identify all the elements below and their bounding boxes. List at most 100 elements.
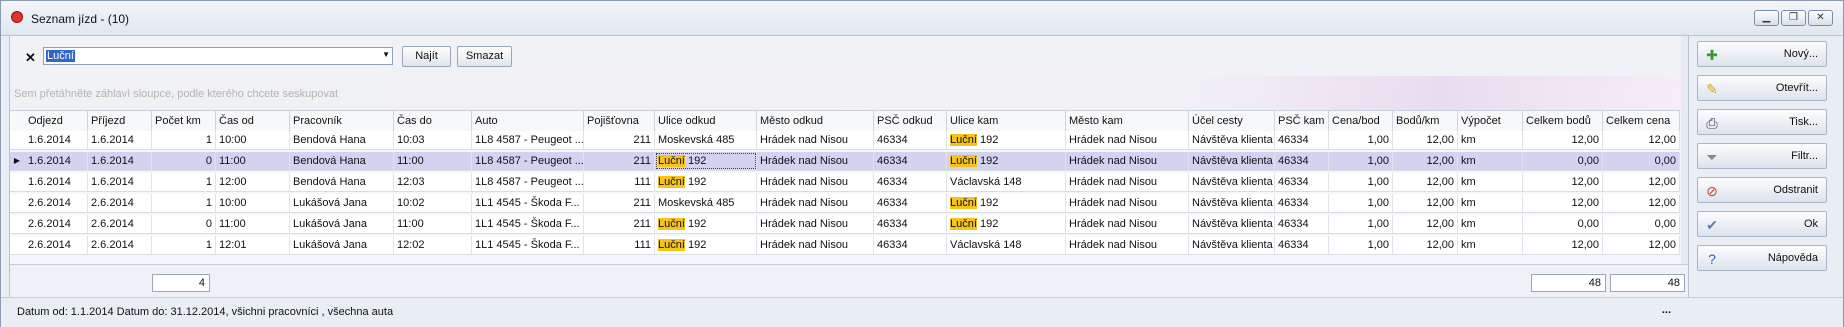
cell-ulice-kam[interactable]: Luční 192 — [947, 194, 1066, 212]
cell-pracovnik[interactable]: Lukášová Jana — [290, 215, 394, 233]
maximize-button[interactable]: ❐ — [1781, 10, 1806, 26]
cell-prijezd[interactable]: 2.6.2014 — [88, 194, 152, 212]
column-header-mesto-kam[interactable]: Město kam — [1066, 111, 1189, 131]
column-header-cena-bod[interactable]: Cena/bod — [1329, 111, 1393, 131]
odstranit-button[interactable]: ⊘ Odstranit — [1697, 177, 1827, 203]
napoveda-button[interactable]: ? Nápověda — [1697, 245, 1827, 271]
cell-pojistovna[interactable]: 211 — [584, 131, 655, 149]
cell-vypocet[interactable]: km — [1458, 131, 1523, 149]
cell-cena-bod[interactable]: 1,00 — [1329, 236, 1393, 254]
cell-celkem-cena[interactable]: 12,00 — [1603, 131, 1680, 149]
cell-pocet-km[interactable]: 1 — [152, 236, 216, 254]
cell-prijezd[interactable]: 1.6.2014 — [88, 173, 152, 191]
cell-celkem-bodu[interactable]: 12,00 — [1523, 194, 1603, 212]
cell-auto[interactable]: 1L8 4587 - Peugeot ... — [472, 131, 584, 149]
cell-pracovnik[interactable]: Bendová Hana — [290, 131, 394, 149]
cell-psc-odkud[interactable]: 46334 — [874, 215, 947, 233]
cell-mesto-kam[interactable]: Hrádek nad Nisou — [1066, 131, 1189, 149]
cell-psc-odkud[interactable]: 46334 — [874, 236, 947, 254]
ok-button[interactable]: ✔ Ok — [1697, 211, 1827, 237]
cell-cas-od[interactable]: 11:00 — [216, 215, 290, 233]
cell-prijezd[interactable]: 2.6.2014 — [88, 236, 152, 254]
cell-mesto-odkud[interactable]: Hrádek nad Nisou — [757, 173, 874, 191]
cell-odjezd[interactable]: 2.6.2014 — [25, 215, 88, 233]
cell-vypocet[interactable]: km — [1458, 152, 1523, 170]
vertical-scrollbar[interactable] — [1681, 36, 1688, 264]
cell-mesto-odkud[interactable]: Hrádek nad Nisou — [757, 131, 874, 149]
cell-prijezd[interactable]: 2.6.2014 — [88, 215, 152, 233]
cell-ulice-odkud[interactable]: Luční 192 — [655, 173, 757, 191]
column-header-odjezd[interactable]: Odjezd — [25, 111, 88, 131]
cell-celkem-cena[interactable]: 0,00 — [1603, 152, 1680, 170]
cell-ulice-odkud[interactable]: Moskevská 485 — [655, 194, 757, 212]
cell-ulice-odkud[interactable]: Moskevská 485 — [655, 131, 757, 149]
cell-bodu-km[interactable]: 12,00 — [1393, 173, 1458, 191]
column-header-pocet-km[interactable]: Počet km — [152, 111, 216, 131]
column-header-pojistovna[interactable]: Pojišťovna — [584, 111, 655, 131]
column-header-psc-odkud[interactable]: PSČ odkud — [874, 111, 947, 131]
cell-ulice-odkud[interactable]: Luční 192 — [655, 236, 757, 254]
cell-auto[interactable]: 1L1 4545 - Škoda F... — [472, 236, 584, 254]
cell-ucel-cesty[interactable]: Návštěva klienta — [1189, 152, 1275, 170]
cell-ucel-cesty[interactable]: Návštěva klienta — [1189, 215, 1275, 233]
cell-bodu-km[interactable]: 12,00 — [1393, 215, 1458, 233]
column-header-auto[interactable]: Auto — [472, 111, 584, 131]
table-row[interactable]: 2.6.2014 2.6.2014 1 10:00 Lukášová Jana 10:02… — [10, 194, 1680, 213]
cell-pracovnik[interactable]: Lukášová Jana — [290, 236, 394, 254]
table-row[interactable]: ▶ 1.6.2014 1.6.2014 0 11:00 Bendová Hana 11:00… — [10, 152, 1680, 171]
cell-odjezd[interactable]: 1.6.2014 — [25, 131, 88, 149]
cell-psc-kam[interactable]: 46334 — [1275, 236, 1329, 254]
cell-pracovnik[interactable]: Bendová Hana — [290, 173, 394, 191]
cell-celkem-bodu[interactable]: 12,00 — [1523, 236, 1603, 254]
cell-bodu-km[interactable]: 12,00 — [1393, 131, 1458, 149]
cell-cena-bod[interactable]: 1,00 — [1329, 131, 1393, 149]
cell-vypocet[interactable]: km — [1458, 215, 1523, 233]
cell-ulice-kam[interactable]: Václavská 148 — [947, 236, 1066, 254]
cell-pocet-km[interactable]: 0 — [152, 152, 216, 170]
cell-ucel-cesty[interactable]: Návštěva klienta — [1189, 173, 1275, 191]
cell-psc-odkud[interactable]: 46334 — [874, 152, 947, 170]
cell-ulice-odkud[interactable]: Luční 192 — [655, 152, 757, 170]
cell-pocet-km[interactable]: 0 — [152, 215, 216, 233]
cell-bodu-km[interactable]: 12,00 — [1393, 152, 1458, 170]
otevrit-button[interactable]: ✎ Otevřít... — [1697, 75, 1827, 101]
novy-button[interactable]: ✚ Nový... — [1697, 41, 1827, 67]
cell-cas-od[interactable]: 12:01 — [216, 236, 290, 254]
cell-pojistovna[interactable]: 111 — [584, 173, 655, 191]
cell-cena-bod[interactable]: 1,00 — [1329, 194, 1393, 212]
cell-psc-kam[interactable]: 46334 — [1275, 131, 1329, 149]
column-header-ucel-cesty[interactable]: Účel cesty — [1189, 111, 1275, 131]
column-header-prijezd[interactable]: Příjezd — [88, 111, 152, 131]
minimize-button[interactable]: ▁ — [1754, 10, 1779, 26]
group-panel[interactable]: Sem přetáhněte záhlaví sloupce, podle kt… — [10, 76, 1688, 110]
cell-ulice-kam[interactable]: Luční 192 — [947, 152, 1066, 170]
cell-prijezd[interactable]: 1.6.2014 — [88, 152, 152, 170]
cell-mesto-kam[interactable]: Hrádek nad Nisou — [1066, 194, 1189, 212]
column-header-bodu-km[interactable]: Bodů/km — [1393, 111, 1458, 131]
column-header-vypocet[interactable]: Výpočet — [1458, 111, 1523, 131]
cell-mesto-odkud[interactable]: Hrádek nad Nisou — [757, 215, 874, 233]
cell-psc-kam[interactable]: 46334 — [1275, 152, 1329, 170]
cell-ulice-kam[interactable]: Luční 192 — [947, 215, 1066, 233]
cell-pracovnik[interactable]: Bendová Hana — [290, 152, 394, 170]
cell-bodu-km[interactable]: 12,00 — [1393, 194, 1458, 212]
cell-mesto-kam[interactable]: Hrádek nad Nisou — [1066, 152, 1189, 170]
column-header-cas-do[interactable]: Čas do — [394, 111, 472, 131]
cell-ucel-cesty[interactable]: Návštěva klienta — [1189, 236, 1275, 254]
column-header-celkem-cena[interactable]: Celkem cena — [1603, 111, 1680, 131]
cell-cas-od[interactable]: 10:00 — [216, 131, 290, 149]
cell-mesto-kam[interactable]: Hrádek nad Nisou — [1066, 236, 1189, 254]
cell-celkem-cena[interactable]: 12,00 — [1603, 236, 1680, 254]
column-header-mesto-odkud[interactable]: Město odkud — [757, 111, 874, 131]
cell-pracovnik[interactable]: Lukášová Jana — [290, 194, 394, 212]
chevron-down-icon[interactable]: ▼ — [382, 50, 390, 59]
cell-ulice-odkud[interactable]: Luční 192 — [655, 215, 757, 233]
cell-vypocet[interactable]: km — [1458, 236, 1523, 254]
table-row[interactable]: 2.6.2014 2.6.2014 0 11:00 Lukášová Jana 11:00… — [10, 215, 1680, 234]
cell-mesto-kam[interactable]: Hrádek nad Nisou — [1066, 215, 1189, 233]
cell-cas-do[interactable]: 12:03 — [394, 173, 472, 191]
cell-bodu-km[interactable]: 12,00 — [1393, 236, 1458, 254]
cell-vypocet[interactable]: km — [1458, 194, 1523, 212]
cell-celkem-cena[interactable]: 12,00 — [1603, 173, 1680, 191]
cell-pojistovna[interactable]: 111 — [584, 236, 655, 254]
